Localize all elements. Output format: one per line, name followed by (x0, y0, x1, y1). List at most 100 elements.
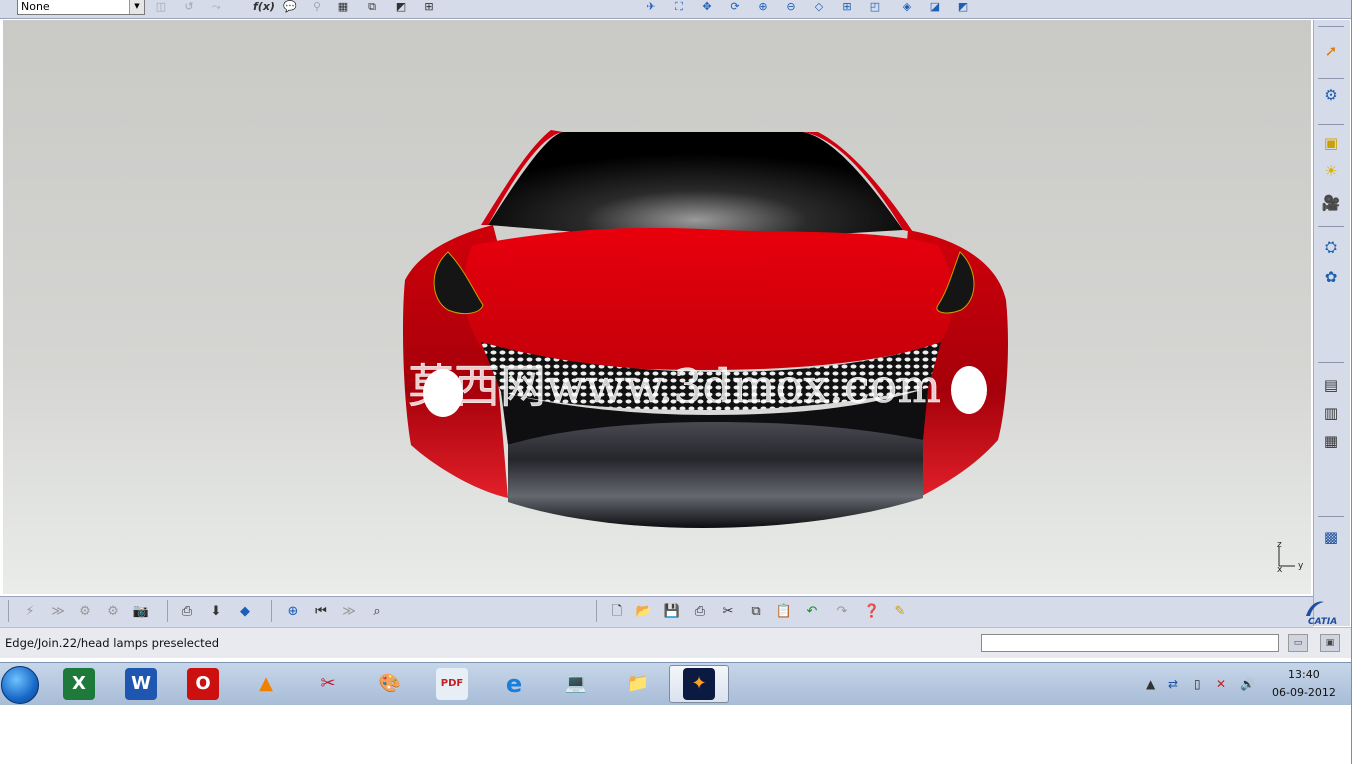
ungroup-icon[interactable]: ⚙ (103, 602, 123, 622)
watermark: 莫西网www.3dmox.com (408, 359, 941, 413)
selection-filter-value: None (21, 0, 50, 13)
eraser-icon[interactable]: ◆ (235, 602, 255, 622)
paste-icon[interactable]: 📋 (774, 602, 794, 622)
power-input[interactable] (981, 634, 1279, 652)
catia-brand: CATIA (1308, 617, 1337, 626)
print-icon[interactable]: ⎙ (690, 602, 710, 622)
pdf-icon[interactable]: PDF (436, 668, 468, 700)
fly-mode-icon[interactable]: ✈ (642, 0, 660, 15)
copy-icon[interactable]: ⧉ (746, 602, 766, 622)
toolbar-separator (1318, 516, 1344, 517)
search-icon[interactable]: ⌕ (367, 602, 387, 622)
file-explorer-icon[interactable]: 📁 (622, 668, 654, 700)
window-right-edge (1351, 0, 1362, 764)
vlc-icon[interactable]: ▲ (250, 668, 282, 700)
computer-icon[interactable]: 💻 (560, 668, 592, 700)
clock-date[interactable]: 06-09-2012 (1272, 686, 1336, 699)
3d-viewport[interactable]: 莫西网www.3dmox.com z x y (3, 20, 1311, 594)
rotate-icon[interactable]: ⟳ (726, 0, 744, 15)
analysis-icon[interactable]: ⚡ (20, 602, 40, 622)
fit-all-icon[interactable]: ⛶ (670, 0, 688, 15)
bottom-toolbar: ⚡ ≫ ⚙ ⚙ 📷 ⎙ ⬇ ◆ ⊕ ⏮ ≫ ⌕ 🗋 📂 💾 ⎙ ✂ ⧉ 📋 ↶ … (0, 596, 1313, 627)
toolbar-separator (1318, 362, 1344, 363)
apply-material-icon[interactable]: ⛭ (1320, 236, 1342, 258)
law-icon[interactable]: ⤳ (207, 0, 225, 15)
volume-icon[interactable]: 🔊 (1240, 677, 1255, 691)
formula-button[interactable]: f(x) (253, 0, 275, 15)
properties-icon[interactable]: ✎ (890, 602, 910, 622)
windows-taskbar: X W O ▲ ✂ 🎨 PDF e 💻 📁 ✦ ▲ ⇄ ▯ ✕ 🔊 13:40 … (0, 662, 1351, 705)
fog-lamp-right (951, 366, 987, 414)
measure-icon[interactable]: ◫ (152, 0, 170, 15)
first-icon[interactable]: ⏮ (311, 602, 331, 622)
hide-show-icon[interactable]: ◪ (926, 0, 944, 15)
swap-space-icon[interactable]: ◩ (954, 0, 972, 15)
signal-icon[interactable]: ✕ (1216, 677, 1226, 691)
chevron-down-icon[interactable]: ▼ (129, 0, 144, 14)
print-capture-icon[interactable]: ⎙ (177, 602, 197, 622)
normal-view-icon[interactable]: ▣ (1320, 132, 1342, 154)
cut-icon[interactable]: ✂ (718, 602, 738, 622)
battery-icon[interactable]: ▯ (1194, 677, 1201, 691)
toolbar-separator (8, 600, 9, 622)
front-bumper (508, 422, 923, 528)
select-icon[interactable]: ➚ (1320, 40, 1342, 62)
turntable-icon[interactable]: ▥ (1320, 402, 1342, 424)
part-icon[interactable]: ◩ (392, 0, 410, 15)
toolbar-separator (1318, 226, 1344, 227)
axis-y-label: y (1298, 561, 1304, 571)
open-icon[interactable]: 📂 (634, 602, 654, 622)
show-hidden-icons-icon[interactable]: ▲ (1146, 677, 1155, 691)
grid-icon[interactable]: ▦ (334, 0, 352, 15)
render-settings-icon[interactable]: ✿ (1320, 266, 1342, 288)
lighting-icon[interactable]: ☀ (1320, 160, 1342, 182)
iso-view-icon[interactable]: ◰ (866, 0, 884, 15)
excel-icon[interactable]: X (63, 668, 95, 700)
snipping-tool-icon[interactable]: ✂ (312, 668, 344, 700)
clock-time[interactable]: 13:40 (1288, 668, 1320, 681)
zoom-in-icon[interactable]: ⊕ (754, 0, 772, 15)
save-icon[interactable]: 💾 (662, 602, 682, 622)
power-input-expand-button[interactable]: ▣ (1320, 634, 1340, 652)
sketch-analysis-icon[interactable]: ⚙ (1320, 84, 1342, 106)
toolbar-separator (1318, 26, 1344, 27)
design-table-icon[interactable]: ⚲ (308, 0, 326, 15)
internet-explorer-icon[interactable]: e (498, 668, 530, 700)
group-icon[interactable]: ⚙ (75, 602, 95, 622)
toolbar-separator (167, 600, 168, 622)
parameters-icon[interactable]: ↺ (180, 0, 198, 15)
car-model: 莫西网www.3dmox.com z x y (403, 130, 1304, 575)
toolbar-separator (1318, 124, 1344, 125)
redo-icon[interactable]: ↷ (832, 602, 852, 622)
right-toolbar: ➚ ⚙ ▣ ☀ 🎥 ⛭ ✿ ▤ ▥ ▦ ▩ (1313, 20, 1350, 626)
selection-filter-select[interactable]: None ▼ (17, 0, 145, 15)
next-icon[interactable]: ≫ (48, 602, 68, 622)
whats-this-icon[interactable]: ❓ (862, 602, 882, 622)
skip-icon[interactable]: ≫ (339, 602, 359, 622)
word-icon[interactable]: W (125, 668, 157, 700)
product-structure-icon[interactable]: ⧉ (363, 0, 381, 15)
network-icon[interactable]: ⇄ (1168, 677, 1178, 691)
start-button[interactable] (1, 666, 39, 704)
undo-icon[interactable]: ↶ (802, 602, 822, 622)
paint-icon[interactable]: 🎨 (374, 668, 406, 700)
target-icon[interactable]: ⊕ (283, 602, 303, 622)
opera-icon[interactable]: O (187, 668, 219, 700)
pan-icon[interactable]: ✥ (698, 0, 716, 15)
capture-icon[interactable]: 📷 (131, 602, 151, 622)
toolbar-separator (271, 600, 272, 622)
multi-view-icon[interactable]: ⊞ (838, 0, 856, 15)
shading-icon[interactable]: ◈ (898, 0, 916, 15)
comment-icon[interactable]: 💬 (281, 0, 299, 15)
catalog-icon[interactable]: ⊞ (420, 0, 438, 15)
catia-v5-icon[interactable]: ▩ (1320, 526, 1342, 548)
power-input-minimize-button[interactable]: ▭ (1288, 634, 1308, 652)
zoom-out-icon[interactable]: ⊖ (782, 0, 800, 15)
scene-icon[interactable]: ▤ (1320, 374, 1342, 396)
catia-taskbar-button[interactable]: ✦ (669, 665, 729, 703)
new-file-icon[interactable]: 🗋 (607, 602, 627, 622)
normal-view-icon[interactable]: ◇ (810, 0, 828, 15)
camera-icon[interactable]: 🎥 (1320, 192, 1342, 214)
shooting-icon[interactable]: ▦ (1320, 430, 1342, 452)
export-icon[interactable]: ⬇ (206, 602, 226, 622)
